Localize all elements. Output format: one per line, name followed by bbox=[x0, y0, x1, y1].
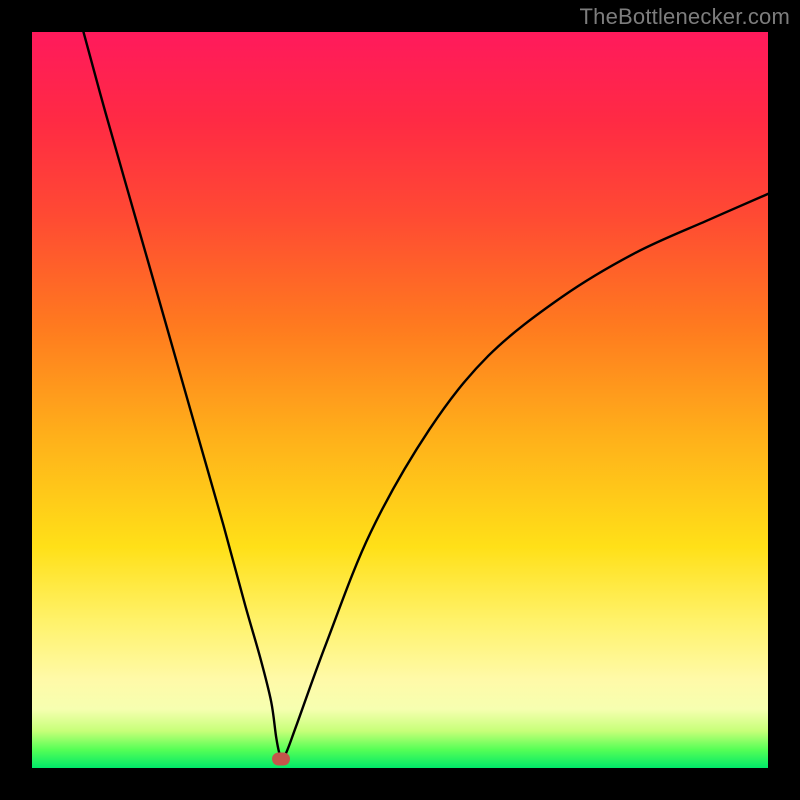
chart-frame: TheBottlenecker.com bbox=[0, 0, 800, 800]
optimal-point-marker bbox=[272, 753, 290, 766]
plot-area bbox=[32, 32, 768, 768]
attribution-text: TheBottlenecker.com bbox=[580, 4, 790, 30]
bottleneck-curve bbox=[32, 32, 768, 768]
